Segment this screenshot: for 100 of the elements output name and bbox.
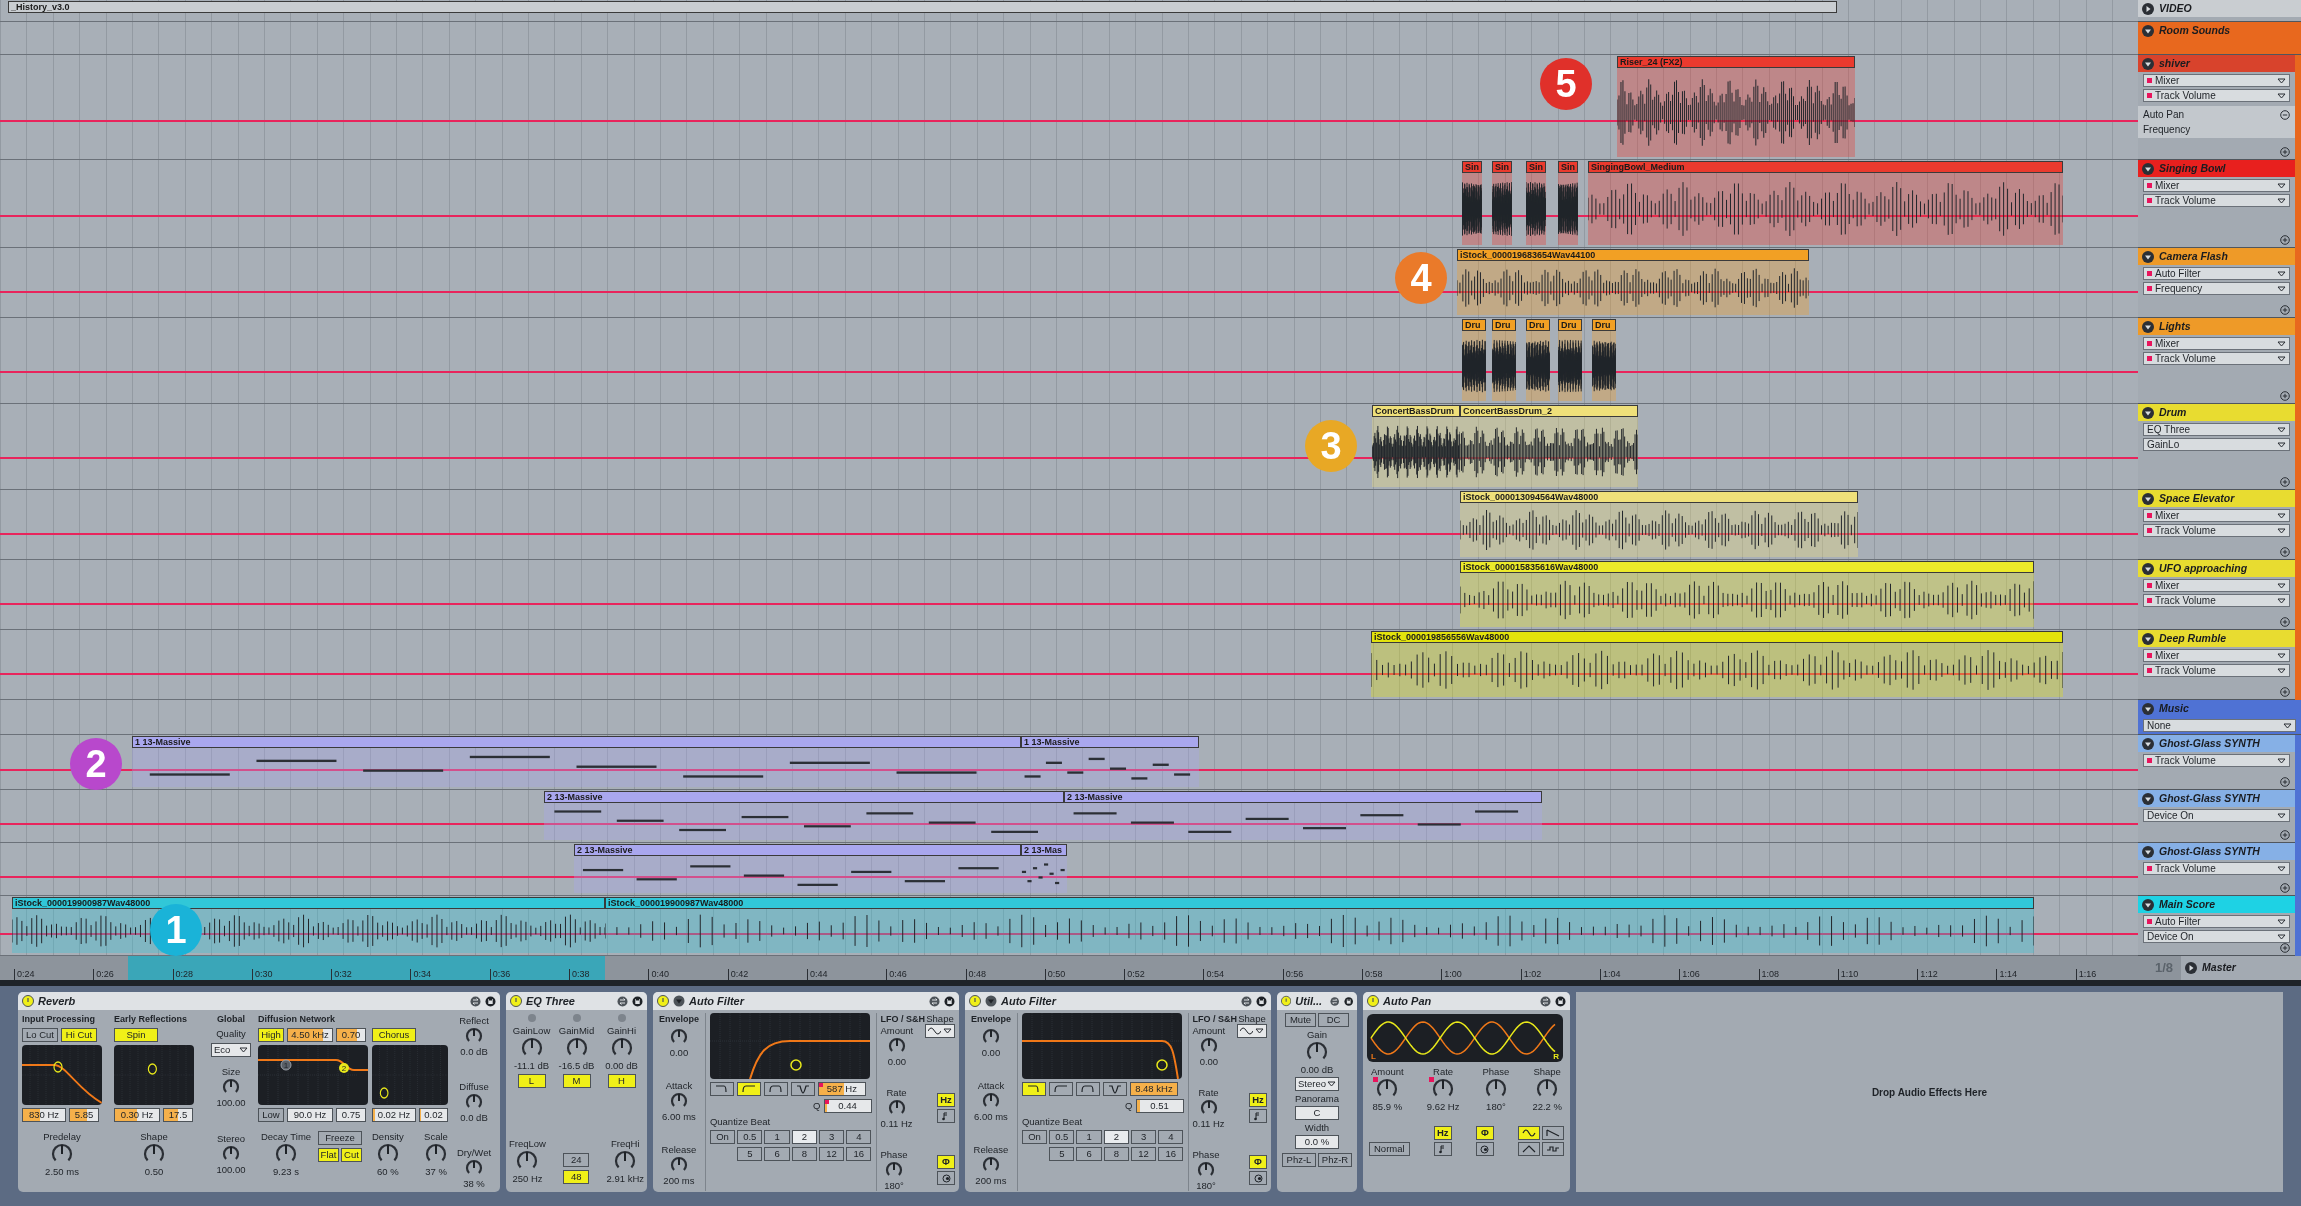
- clip-header[interactable]: 2 13-Massive: [1064, 791, 1542, 803]
- toggle-button[interactable]: 1: [764, 1130, 790, 1145]
- mode-button[interactable]: Hz: [1249, 1093, 1267, 1107]
- shape-dropdown[interactable]: [925, 1024, 955, 1038]
- channel-mode-dropdown[interactable]: Stereo: [1295, 1077, 1339, 1091]
- waveform-shape-button[interactable]: [1518, 1142, 1540, 1156]
- parameter-chooser[interactable]: Track Volume: [2143, 754, 2290, 767]
- note-mode-button[interactable]: [937, 1109, 955, 1123]
- toggle-button[interactable]: Phz-L: [1282, 1153, 1316, 1167]
- track-header[interactable]: UFO approaching Mixer Track Volume: [2138, 560, 2295, 630]
- save-icon[interactable]: [632, 995, 643, 1007]
- clip-header[interactable]: Dru: [1558, 319, 1582, 331]
- toggle-button[interactable]: 24: [563, 1153, 590, 1167]
- clip-header[interactable]: 1 13-Massive: [1021, 736, 1199, 748]
- clip-header[interactable]: Dru: [1592, 319, 1616, 331]
- track-title-bar[interactable]: VIDEO: [2138, 0, 2301, 17]
- toggle-button[interactable]: Chorus: [372, 1028, 416, 1042]
- value-field[interactable]: 0.75: [336, 1108, 366, 1122]
- track-header[interactable]: Room Sounds: [2138, 22, 2301, 55]
- value-field[interactable]: 0.44: [823, 1099, 872, 1114]
- filter-type-button[interactable]: [790, 1082, 815, 1096]
- parameter-chooser[interactable]: Track Volume: [2143, 194, 2290, 207]
- clip-header[interactable]: Sin: [1462, 161, 1482, 173]
- power-icon[interactable]: [657, 995, 669, 1007]
- add-icon[interactable]: [2280, 830, 2290, 840]
- hot-swap-icon[interactable]: [617, 995, 628, 1007]
- track-header[interactable]: Master: [2181, 956, 2301, 980]
- power-icon[interactable]: [22, 995, 34, 1007]
- save-icon[interactable]: [485, 995, 496, 1007]
- clip-header[interactable]: Dru: [1492, 319, 1516, 331]
- mode-button[interactable]: Hz: [1433, 1126, 1452, 1140]
- clip-header[interactable]: Sin: [1526, 161, 1546, 173]
- parameter-chooser[interactable]: Track Volume: [2143, 524, 2290, 537]
- clip-header[interactable]: iStock_000013094564Wav48000: [1460, 491, 1858, 503]
- track-header[interactable]: Deep Rumble Mixer Track Volume: [2138, 630, 2295, 700]
- clip-header[interactable]: Dru: [1526, 319, 1550, 331]
- save-icon[interactable]: [1343, 995, 1353, 1007]
- toggle-button[interactable]: 6: [764, 1147, 790, 1162]
- parameter-chooser[interactable]: Frequency: [2143, 282, 2290, 295]
- add-icon[interactable]: [2280, 477, 2290, 487]
- clip-header[interactable]: ConcertBassDrum_2: [1460, 405, 1638, 417]
- track-title-bar[interactable]: Singing Bowl: [2138, 160, 2295, 177]
- toggle-button[interactable]: H: [607, 1074, 636, 1088]
- hot-swap-icon[interactable]: [1330, 995, 1340, 1007]
- shape-dropdown[interactable]: [1237, 1024, 1267, 1038]
- parameter-chooser[interactable]: Track Volume: [2143, 352, 2290, 365]
- toggle-button[interactable]: L: [517, 1074, 546, 1088]
- value-field[interactable]: 17.5: [163, 1108, 193, 1122]
- fold-icon[interactable]: [673, 995, 685, 1007]
- clip-header[interactable]: Dru: [1462, 319, 1486, 331]
- track-title-bar[interactable]: Main Score: [2138, 896, 2295, 913]
- add-icon[interactable]: [2280, 943, 2290, 953]
- track-title-bar[interactable]: UFO approaching: [2138, 560, 2295, 577]
- toggle-button[interactable]: 1: [1076, 1130, 1102, 1145]
- hot-swap-icon[interactable]: [1241, 995, 1252, 1007]
- parameter-chooser[interactable]: Track Volume: [2143, 664, 2290, 677]
- clip-header[interactable]: SingingBowl_Medium: [1588, 161, 2063, 173]
- toggle-button[interactable]: 0.5: [737, 1130, 763, 1145]
- toggle-button[interactable]: 2: [791, 1130, 817, 1145]
- value-field[interactable]: 0.02 Hz: [372, 1108, 416, 1122]
- parameter-chooser[interactable]: Track Volume: [2143, 862, 2290, 875]
- quality-dropdown[interactable]: Eco: [211, 1043, 251, 1057]
- toggle-button[interactable]: Cut: [341, 1148, 362, 1162]
- save-icon[interactable]: [944, 995, 955, 1007]
- track-header[interactable]: Space Elevator Mixer Track Volume: [2138, 490, 2295, 560]
- power-icon[interactable]: [1281, 995, 1292, 1007]
- parameter-chooser[interactable]: Mixer: [2143, 579, 2290, 592]
- track-title-bar[interactable]: Drum: [2138, 404, 2295, 421]
- offset-mode-button[interactable]: [937, 1171, 955, 1185]
- add-icon[interactable]: [2280, 617, 2290, 627]
- toggle-button[interactable]: On: [709, 1130, 736, 1145]
- filter-type-button[interactable]: [1075, 1082, 1100, 1096]
- fold-icon[interactable]: [985, 995, 997, 1007]
- toggle-button[interactable]: DC: [1318, 1013, 1349, 1027]
- toggle-button[interactable]: 5: [1049, 1147, 1075, 1162]
- clip-header[interactable]: Sin: [1492, 161, 1512, 173]
- toggle-button[interactable]: 2: [1103, 1130, 1129, 1145]
- toggle-button[interactable]: 16: [846, 1147, 872, 1162]
- clip-header[interactable]: _History_v3.0: [8, 1, 1837, 13]
- parameter-chooser[interactable]: Device On: [2143, 930, 2290, 943]
- parameter-chooser[interactable]: Mixer: [2143, 509, 2290, 522]
- toggle-button[interactable]: 5: [737, 1147, 763, 1162]
- power-icon[interactable]: [1367, 995, 1379, 1007]
- hot-swap-icon[interactable]: [929, 995, 940, 1007]
- track-header[interactable]: Ghost-Glass SYNTH Device On: [2138, 790, 2295, 843]
- parameter-chooser[interactable]: GainLo: [2143, 438, 2290, 451]
- parameter-chooser[interactable]: Mixer: [2143, 649, 2290, 662]
- track-header[interactable]: Ghost-Glass SYNTH Track Volume: [2138, 735, 2295, 790]
- parameter-chooser[interactable]: Track Volume: [2143, 89, 2290, 102]
- drop-area[interactable]: Drop Audio Effects Here: [1576, 992, 2283, 1192]
- device-title-bar[interactable]: Auto Pan: [1363, 992, 1570, 1010]
- filter-type-button[interactable]: [1021, 1082, 1046, 1096]
- hot-swap-icon[interactable]: [470, 995, 481, 1007]
- power-icon[interactable]: [969, 995, 981, 1007]
- track-header[interactable]: Main Score Auto Filter Device On: [2138, 896, 2295, 956]
- clip-header[interactable]: iStock_000019683654Wav44100: [1457, 249, 1809, 261]
- filter-type-button[interactable]: [1102, 1082, 1127, 1096]
- add-icon[interactable]: [2280, 687, 2290, 697]
- clip-header[interactable]: ConcertBassDrum: [1372, 405, 1460, 417]
- toggle-button[interactable]: Phz-R: [1318, 1153, 1352, 1167]
